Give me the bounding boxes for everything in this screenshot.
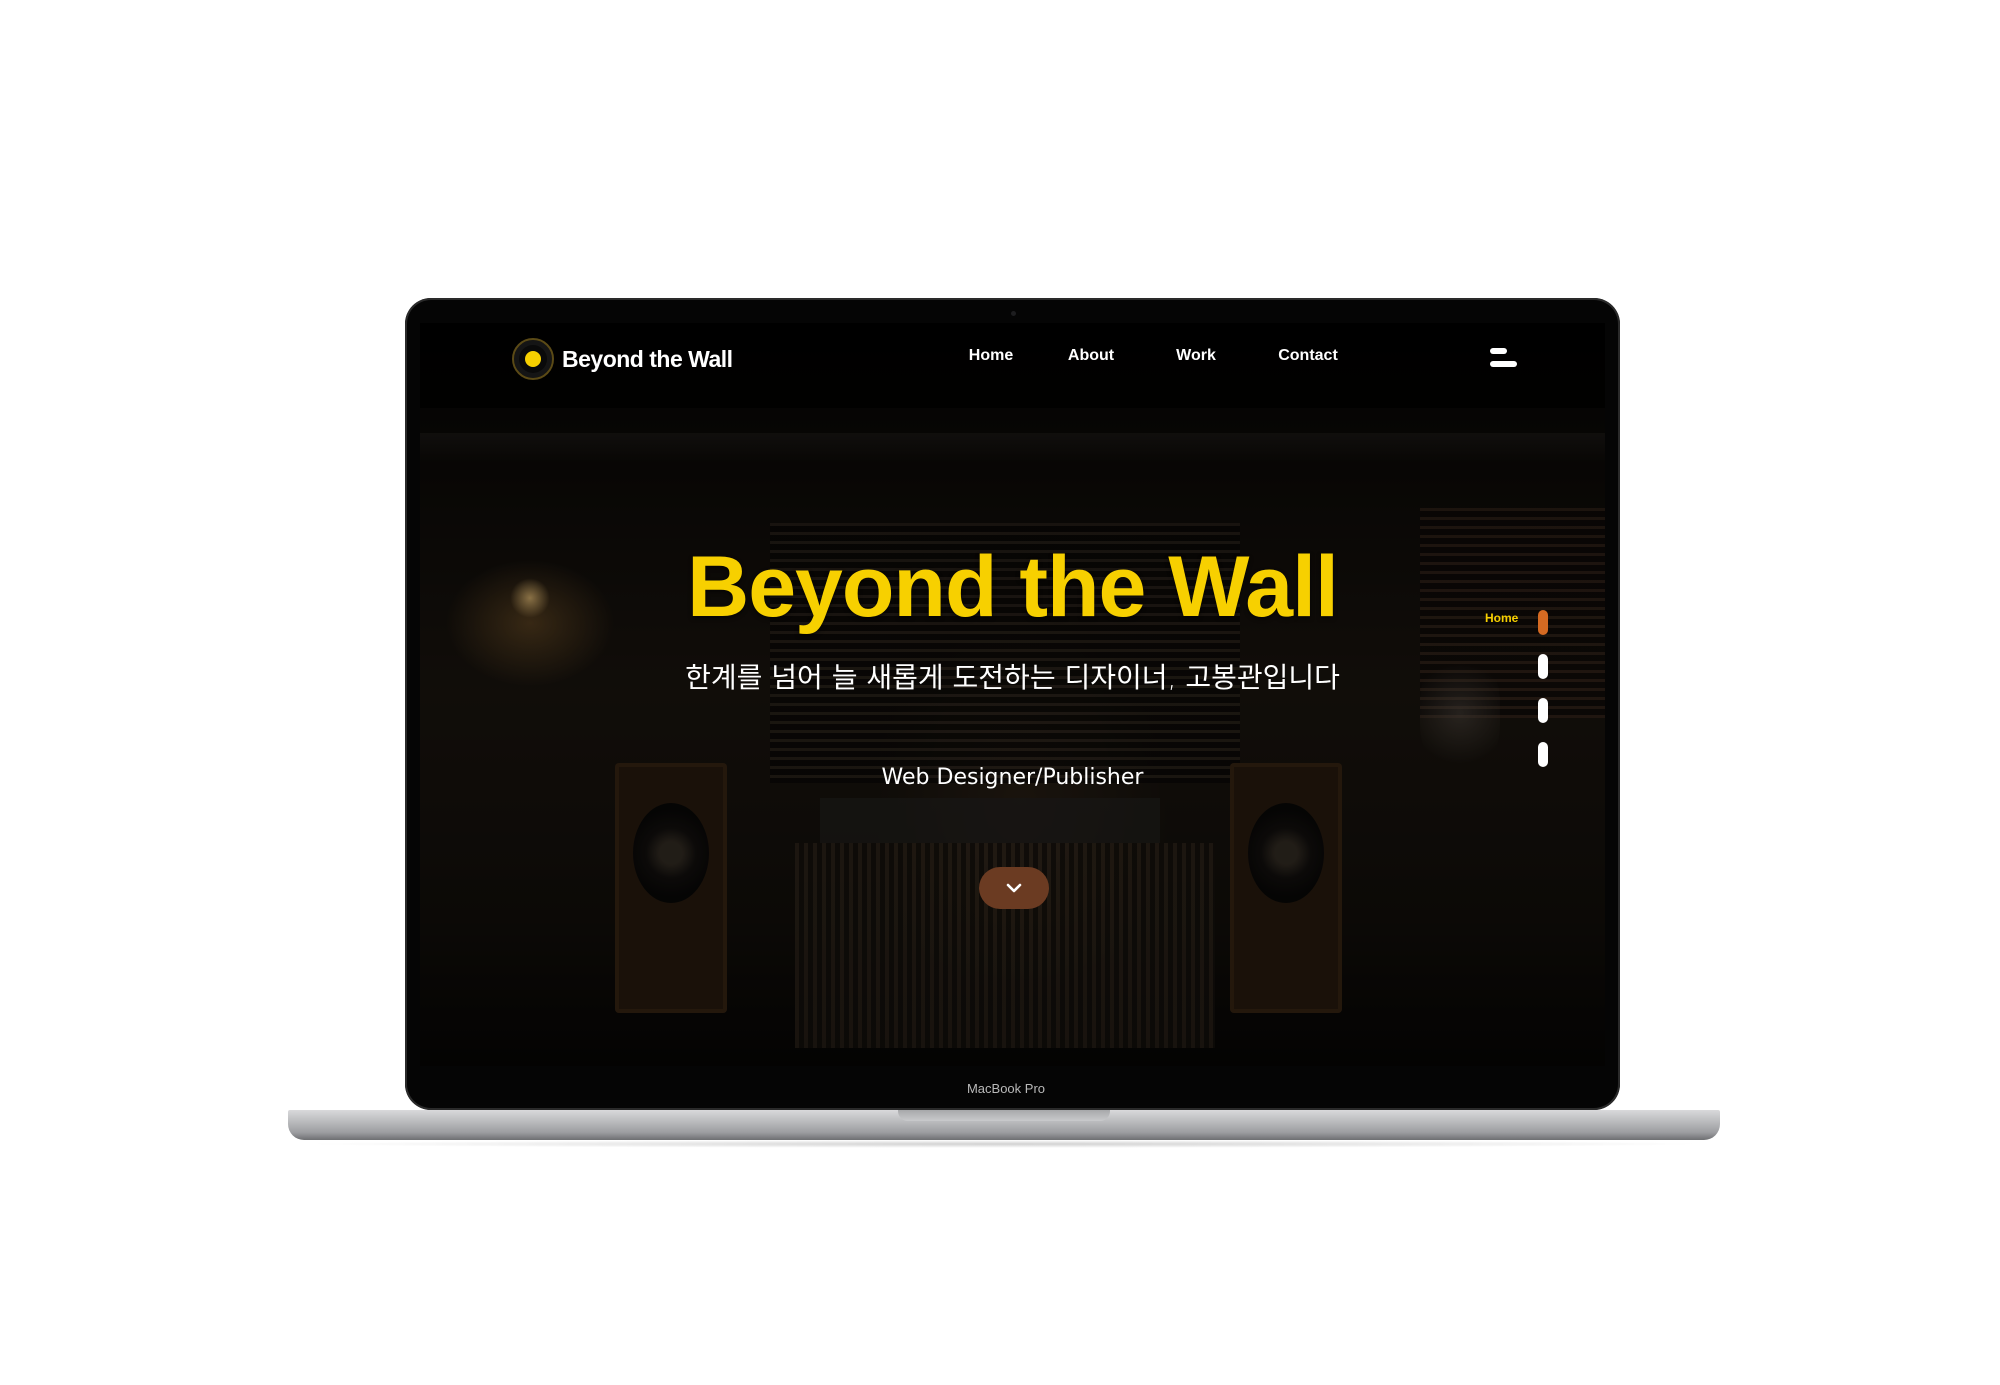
hero-subtitle: 한계를 넘어 늘 새롭게 도전하는 디자이너, 고봉관입니다 xyxy=(685,661,1340,694)
hero-role: Web Designer/Publisher xyxy=(881,765,1144,790)
nav-link-work[interactable]: Work xyxy=(1176,347,1216,365)
camera-icon xyxy=(1011,311,1016,316)
side-nav-dot-home[interactable] xyxy=(1538,610,1548,635)
hamburger-menu-icon[interactable] xyxy=(1490,348,1520,370)
logo-text: Beyond the Wall xyxy=(562,345,733,372)
top-navbar: Beyond the Wall Home About Work Contact xyxy=(420,323,1605,408)
scroll-down-button[interactable] xyxy=(979,867,1049,909)
site-logo[interactable]: Beyond the Wall xyxy=(512,338,733,380)
side-nav-dot-about[interactable] xyxy=(1538,654,1548,679)
side-nav-dot-contact[interactable] xyxy=(1538,742,1548,767)
website-screen: Beyond the Wall Home About Work Contact … xyxy=(420,323,1605,1066)
nav-link-home[interactable]: Home xyxy=(969,347,1013,365)
chevron-down-icon xyxy=(1006,883,1022,893)
laptop-base-shadow xyxy=(300,1140,1708,1148)
side-nav-active-label: Home xyxy=(1485,611,1519,625)
nav-link-about[interactable]: About xyxy=(1068,347,1114,365)
hero-title: Beyond the Wall xyxy=(687,539,1339,635)
side-nav-dot-work[interactable] xyxy=(1538,698,1548,723)
nav-link-contact[interactable]: Contact xyxy=(1278,347,1338,365)
device-model-label: MacBook Pro xyxy=(966,1081,1046,1096)
laptop-base-notch xyxy=(898,1110,1110,1121)
logo-badge-icon xyxy=(512,338,554,380)
